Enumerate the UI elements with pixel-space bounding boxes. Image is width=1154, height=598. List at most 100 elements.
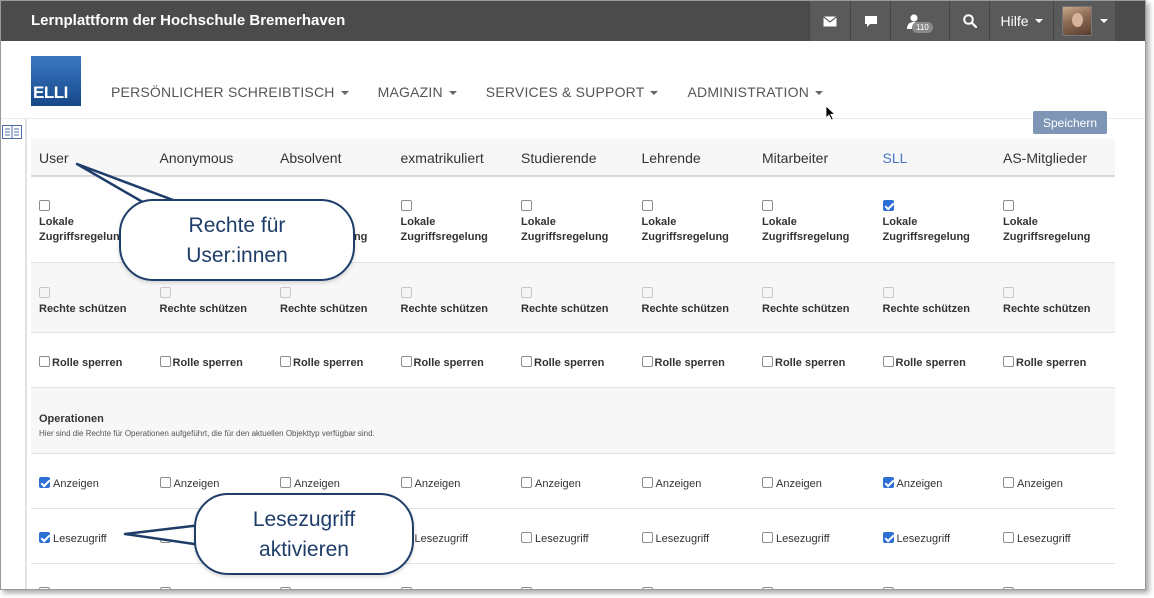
checkbox[interactable]	[641, 532, 653, 544]
checkbox[interactable]	[39, 356, 50, 368]
checkbox[interactable]	[521, 356, 532, 368]
checkbox[interactable]	[521, 287, 532, 299]
checkbox[interactable]	[280, 477, 291, 489]
checkbox[interactable]	[882, 587, 894, 589]
checkbox[interactable]	[1003, 356, 1014, 368]
checkbox[interactable]	[280, 287, 291, 299]
copy-permission-label: Kopieren	[535, 588, 579, 589]
checkbox[interactable]	[400, 587, 412, 589]
checkbox[interactable]	[762, 356, 773, 368]
nav-personal-desk[interactable]: PERSÖNLICHER SCHREIBTISCH	[111, 84, 349, 100]
checkbox[interactable]	[159, 287, 171, 299]
platform-title[interactable]: Lernplattform der Hochschule Bremerhaven	[31, 12, 345, 29]
help-menu[interactable]: Hilfe	[989, 1, 1053, 41]
checkbox[interactable]	[39, 200, 50, 212]
checkbox[interactable]	[159, 477, 171, 489]
checkbox[interactable]	[641, 587, 653, 589]
copy-permission-cell: Kopieren	[762, 584, 882, 589]
local-rule-label: Lokale	[400, 216, 436, 228]
block-role-cell: Rolle sperren	[762, 353, 882, 371]
block-role-label: Rolle sperren	[52, 357, 123, 369]
toggle-sidebar-icon[interactable]	[2, 125, 22, 139]
checkbox[interactable]	[762, 287, 773, 299]
user-menu[interactable]	[1053, 1, 1115, 41]
column-header-studierende: Studierende	[521, 150, 597, 166]
block-role-cell: Rolle sperren	[641, 353, 762, 371]
checkbox[interactable]	[400, 356, 412, 368]
read-permission-label: Lesezugriff	[896, 533, 951, 545]
checkbox[interactable]	[400, 477, 412, 489]
nav-magazine[interactable]: MAGAZIN	[378, 84, 457, 100]
nav-services-support[interactable]: SERVICES & SUPPORT	[486, 84, 659, 100]
checkbox[interactable]	[521, 200, 532, 212]
checkbox[interactable]	[280, 356, 291, 368]
checkbox[interactable]	[641, 287, 653, 299]
mail-icon	[823, 15, 837, 26]
protect-rights-label: Rechte schützen	[1003, 303, 1091, 315]
checkbox[interactable]	[521, 532, 532, 544]
checkbox[interactable]	[762, 200, 773, 212]
checkbox[interactable]	[280, 587, 291, 589]
local-rule-cell: Lokale Zugriffsregelung	[641, 197, 762, 245]
checkbox[interactable]	[882, 356, 894, 368]
copy-permission-label: Kopieren	[776, 588, 820, 589]
nav-administration[interactable]: ADMINISTRATION	[687, 84, 824, 100]
checkbox[interactable]	[159, 532, 171, 544]
checkbox[interactable]	[400, 200, 412, 212]
checkbox[interactable]	[762, 532, 773, 544]
chat-button[interactable]	[850, 1, 890, 41]
users-count-badge: 110	[912, 22, 933, 33]
checkbox[interactable]	[641, 200, 653, 212]
column-header-as-mitglieder: AS-Mitglieder	[1003, 150, 1088, 166]
local-rule-label: Zugriffsregelung	[641, 231, 729, 243]
checkbox[interactable]	[521, 477, 532, 489]
checkbox[interactable]	[1003, 587, 1014, 589]
checkbox[interactable]	[1003, 200, 1014, 212]
view-permission-cell: Anzeigen	[762, 474, 882, 492]
view-permission-cell: Anzeigen	[521, 474, 641, 492]
view-permission-cell: Anzeigen	[882, 474, 1003, 492]
checkbox[interactable]	[762, 587, 773, 589]
checkbox[interactable]	[159, 356, 171, 368]
checkbox[interactable]	[641, 356, 653, 368]
copy-permission-cell: Kopieren	[1003, 584, 1123, 589]
callout-read-access: Lesezugriff aktivieren	[194, 493, 414, 575]
chevron-down-icon	[448, 91, 457, 96]
checkbox[interactable]	[882, 287, 894, 299]
callout-line: aktivieren	[259, 538, 349, 561]
checkbox[interactable]	[1003, 287, 1014, 299]
view-permission-cell: Anzeigen	[159, 474, 280, 492]
view-permission-label: Anzeigen	[655, 478, 702, 490]
block-role-cell: Rolle sperren	[1003, 353, 1123, 371]
column-header-anonymous: Anonymous	[159, 150, 234, 166]
copy-permission-label: Kopieren	[1017, 588, 1061, 589]
copy-permission-row: Kopieren Kopieren Kopieren Kopieren Kopieren…	[31, 564, 1115, 589]
checkbox[interactable]	[159, 587, 171, 589]
checkbox[interactable]	[882, 532, 894, 544]
checkbox[interactable]	[39, 587, 50, 589]
local-rule-label: Zugriffsregelung	[762, 231, 850, 243]
checkbox[interactable]	[1003, 477, 1014, 489]
main-navigation: PERSÖNLICHER SCHREIBTISCH MAGAZIN SERVIC…	[111, 84, 852, 100]
checkbox[interactable]	[641, 477, 653, 489]
checkbox[interactable]	[1003, 532, 1014, 544]
view-permission-row: Anzeigen Anzeigen Anzeigen Anzeigen Anzeigen…	[31, 454, 1115, 509]
operations-description: Hier sind die Rechte für Operationen auf…	[39, 429, 375, 438]
checkbox[interactable]	[521, 587, 532, 589]
elli-logo[interactable]: ELLI	[31, 56, 81, 106]
checkbox[interactable]	[39, 477, 50, 489]
copy-permission-label: Kopieren	[53, 588, 97, 589]
checkbox[interactable]	[39, 532, 50, 544]
chevron-down-icon	[815, 91, 824, 96]
search-button[interactable]	[949, 1, 989, 41]
users-button[interactable]: 110	[890, 1, 949, 41]
checkbox[interactable]	[39, 287, 50, 299]
checkbox[interactable]	[882, 200, 894, 212]
protect-rights-label: Rechte schützen	[159, 303, 247, 315]
save-button[interactable]: Speichern	[1033, 111, 1107, 134]
checkbox[interactable]	[762, 477, 773, 489]
checkbox[interactable]	[400, 287, 412, 299]
mail-button[interactable]	[809, 1, 850, 41]
checkbox[interactable]	[882, 477, 894, 489]
read-permission-cell: Lesezugriff	[641, 529, 762, 547]
